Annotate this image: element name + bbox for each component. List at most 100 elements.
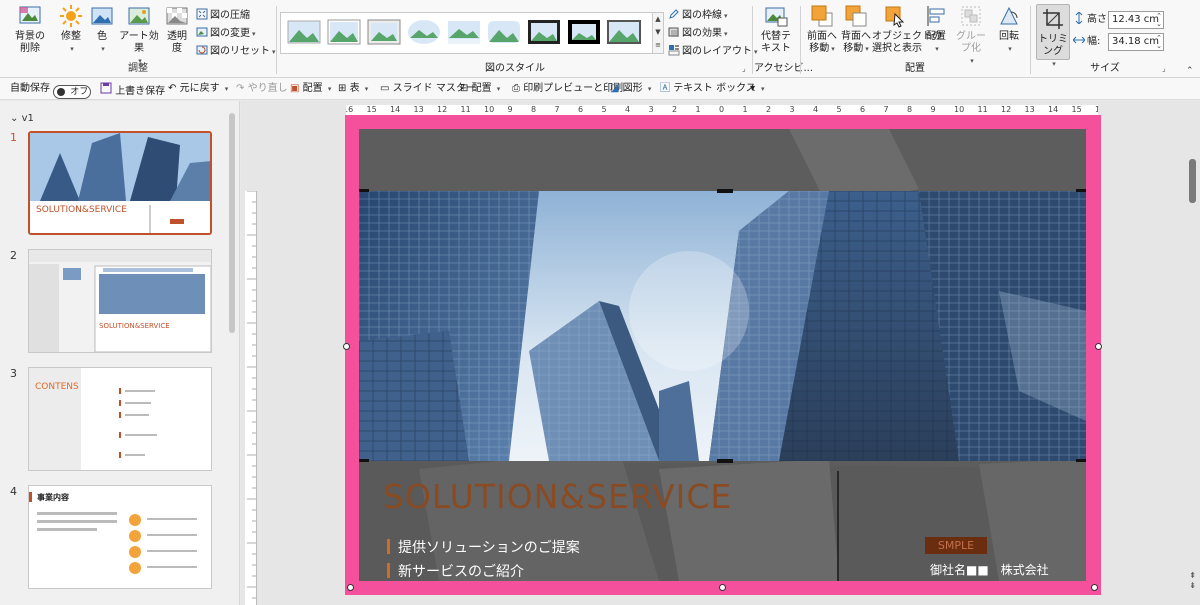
corrections-button[interactable]: 修整 ▾: [56, 4, 86, 55]
table-button[interactable]: ⊞ 表 ▾: [338, 82, 368, 96]
ruler-tick-label: 0: [719, 105, 725, 114]
group-icon: [961, 6, 981, 26]
style-thumb-9[interactable]: [607, 18, 641, 46]
transparency-button[interactable]: 透明 度: [164, 4, 190, 55]
height-spinner[interactable]: ⌃ ⌄: [1156, 12, 1162, 28]
style-thumb-6[interactable]: [487, 18, 521, 46]
slide-title[interactable]: SOLUTION&SERVICE: [383, 477, 732, 516]
slide-thumbnail-2[interactable]: SOLUTION&SERVICE: [28, 249, 212, 353]
collapse-ribbon-icon[interactable]: ⌃: [1186, 66, 1194, 76]
vertical-divider: [837, 471, 839, 581]
height-value: 12.43 cm: [1112, 14, 1160, 25]
picture-effects-button[interactable]: 図の効果 ▾: [668, 26, 728, 42]
slide-thumbnail-3[interactable]: CONTENS: [28, 367, 212, 471]
ruler-tick-label: 8: [531, 105, 537, 114]
ruler-tick-label: 13: [413, 105, 424, 114]
selection-pane-button[interactable]: オブジェクトの 選択と表示: [872, 4, 942, 55]
group-button[interactable]: グループ化 ▾: [952, 4, 990, 67]
crop-handle-top-right[interactable]: [1076, 189, 1086, 192]
ruler-tick-label: 11: [460, 105, 471, 114]
slide-1-preview: [30, 133, 210, 233]
picture-styles-gallery[interactable]: ▲ ▼ ≡: [280, 12, 664, 54]
arrange-qat-label: 配置: [302, 83, 323, 94]
style-thumb-7[interactable]: [527, 18, 561, 46]
bullet-text: 新サービスのご紹介: [398, 564, 524, 580]
shapes-button[interactable]: ◪ 図形 ▾: [610, 82, 651, 96]
width-spinner[interactable]: ⌃ ⌄: [1156, 34, 1162, 50]
art-effects-button[interactable]: アート効果 ▾: [118, 4, 160, 67]
autosave-toggle[interactable]: 自動保存 オフ: [10, 82, 92, 99]
height-field[interactable]: 12.43 cm ⌃ ⌄: [1108, 11, 1164, 29]
resize-handle-bottom[interactable]: [719, 584, 726, 591]
bullet-item[interactable]: 新サービスのご紹介: [387, 561, 524, 581]
compress-icon: [196, 8, 208, 20]
arrange-qat-button-2[interactable]: ⊟ 配置 ▾: [460, 82, 500, 96]
slide-thumbnail-4[interactable]: 事業内容: [28, 485, 212, 589]
color-button[interactable]: 色 ▾: [90, 4, 114, 55]
change-picture-button[interactable]: 図の変更 ▾: [196, 26, 256, 42]
ruler-tick-label: 8: [907, 105, 913, 114]
save-icon: [100, 82, 112, 94]
resize-handle-left[interactable]: [343, 343, 350, 350]
crop-handle-bottom-right[interactable]: [1076, 459, 1086, 462]
picture-layout-button[interactable]: 図のレイアウト ▾: [668, 44, 758, 60]
width-field[interactable]: 34.18 cm ⌃ ⌄: [1108, 33, 1164, 51]
bring-forward-button[interactable]: 前面へ 移動 ▾: [806, 4, 838, 55]
resize-handle-right[interactable]: [1095, 343, 1102, 350]
bullet-item[interactable]: 提供ソリューションのご提案: [387, 537, 580, 557]
remove-background-button[interactable]: 背景の 削除: [8, 4, 52, 55]
style-thumb-2[interactable]: [327, 18, 361, 46]
thumbnail-scrollbar[interactable]: [229, 113, 235, 333]
ruler-tick-label: 15: [366, 105, 377, 114]
canvas-scrollbar[interactable]: [1189, 159, 1196, 203]
align-button[interactable]: 配置 ▾: [922, 4, 950, 55]
style-thumb-8[interactable]: [567, 18, 601, 46]
crop-handle-top[interactable]: [717, 189, 733, 193]
undo-button[interactable]: ↶ 元に戻す ▾: [168, 82, 228, 96]
style-thumb-4[interactable]: [407, 18, 441, 46]
sample-badge[interactable]: SMPLE: [925, 537, 987, 554]
building-photo[interactable]: [359, 191, 1086, 461]
textbox-button[interactable]: 🄰 テキスト ボックス ▾: [660, 82, 764, 96]
section-label[interactable]: ⌄ v1: [10, 113, 34, 124]
autosave-switch[interactable]: オフ: [53, 85, 92, 99]
customize-qat-icon[interactable]: ▾: [750, 82, 755, 96]
arrange-qat-button[interactable]: ▣ 配置 ▾: [290, 82, 331, 96]
slide-canvas[interactable]: SOLUTION&SERVICE 提供ソリューションのご提案 新サービスのご紹介…: [359, 129, 1086, 581]
crop-handle-top-left[interactable]: [359, 189, 369, 192]
crop-handle-bottom[interactable]: [717, 459, 733, 463]
undo-icon: ↶: [168, 83, 177, 94]
toggle-knob: [57, 88, 66, 96]
height-label-text: 高さ:: [1087, 14, 1111, 25]
ruler-tick-label: 1: [742, 105, 748, 114]
alt-text-button[interactable]: 代替テ キスト: [760, 4, 792, 55]
reset-picture-button[interactable]: 図のリセット ▾: [196, 44, 276, 60]
gallery-scroll[interactable]: ▲ ▼ ≡: [652, 13, 663, 53]
save-button[interactable]: 上書き保存: [100, 82, 165, 99]
crop-button[interactable]: トリミング ▾: [1036, 4, 1070, 68]
textbox-label: テキスト ボックス: [673, 83, 756, 94]
print-preview-button[interactable]: ⎙ 印刷プレビューと印刷: [512, 82, 623, 96]
ruler-tick-label: 12: [1001, 105, 1012, 114]
ribbon: 背景の 削除 修整 ▾ 色 ▾ アート効果 ▾ 透明 度 図の圧縮 図の変更 ▾ 図のリ…: [0, 0, 1200, 78]
style-thumb-1[interactable]: [287, 18, 321, 46]
redo-button[interactable]: ↷ やり直し: [236, 82, 288, 96]
ruler-tick-label: 1: [695, 105, 701, 114]
picture-border-button[interactable]: 図の枠線 ▾: [668, 8, 728, 24]
resize-handle-bottom-right[interactable]: [1091, 584, 1098, 591]
change-picture-icon: [196, 27, 208, 37]
adjust-group-label: 調整: [128, 63, 148, 74]
style-thumb-5[interactable]: [447, 18, 481, 46]
size-dialog-launcher[interactable]: ⌟: [1162, 64, 1166, 73]
send-backward-button[interactable]: 背面へ 移動 ▾: [840, 4, 872, 55]
crop-handle-bottom-left[interactable]: [359, 459, 369, 462]
style-thumb-3[interactable]: [367, 18, 401, 46]
styles-dialog-launcher[interactable]: ⌟: [742, 64, 746, 73]
resize-handle-bottom-left[interactable]: [347, 584, 354, 591]
rotate-button[interactable]: 回転 ▾: [994, 4, 1024, 55]
compress-pictures-button[interactable]: 図の圧縮: [196, 8, 250, 24]
picture-selection-frame[interactable]: SOLUTION&SERVICE 提供ソリューションのご提案 新サービスのご紹介…: [343, 115, 1102, 595]
company-name[interactable]: 御社名■■ 株式会社: [930, 561, 1049, 578]
scroll-arrows[interactable]: ⇞ ⇟: [1189, 571, 1196, 591]
slide-thumbnail-1[interactable]: SOLUTION&SERVICE: [28, 131, 212, 235]
